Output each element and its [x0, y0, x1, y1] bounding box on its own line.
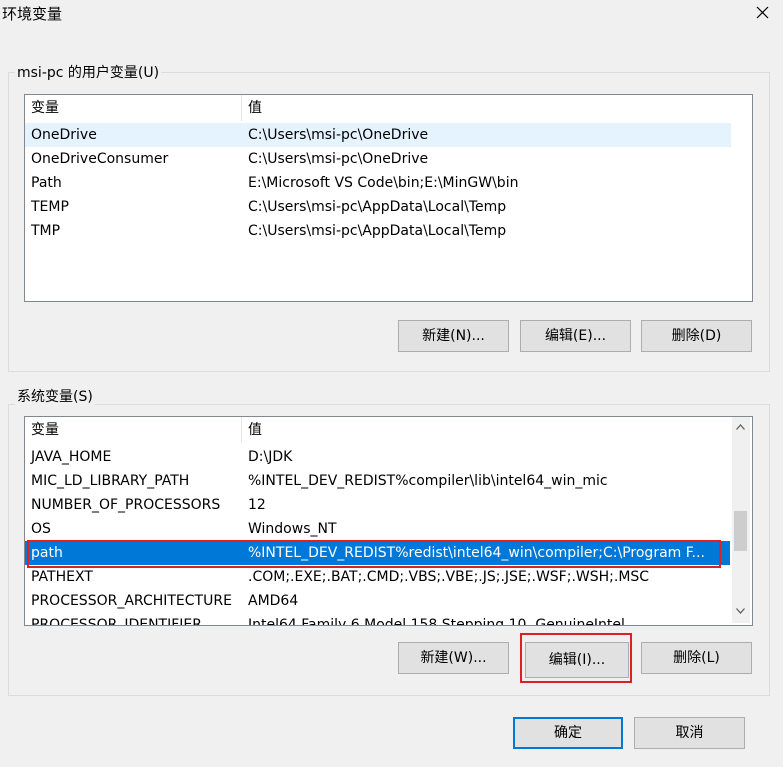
variable-value: C:\Users\msi-pc\OneDrive: [248, 151, 429, 167]
variable-value: Intel64 Family 6 Model 158 Stepping 10, …: [248, 617, 625, 626]
variable-name: NUMBER_OF_PROCESSORS: [31, 497, 221, 513]
close-button[interactable]: [747, 0, 777, 26]
column-header-value[interactable]: 值: [242, 417, 752, 443]
system-delete-button[interactable]: 删除(L): [641, 642, 752, 674]
vertical-scrollbar[interactable]: [732, 417, 750, 623]
scrollbar-thumb[interactable]: [734, 511, 747, 551]
variable-value: Windows_NT: [248, 521, 337, 537]
variable-name: JAVA_HOME: [31, 449, 112, 465]
scroll-up-button[interactable]: [732, 419, 749, 436]
window-title: 环境变量: [2, 5, 63, 23]
table-row[interactable]: JAVA_HOME D:\JDK: [25, 445, 730, 469]
table-row[interactable]: PROCESSOR_IDENTIFIER Intel64 Family 6 Mo…: [25, 613, 730, 626]
user-variables-list[interactable]: 变量 值 OneDrive C:\Users\msi-pc\OneDrive O…: [24, 94, 753, 302]
table-row[interactable]: NUMBER_OF_PROCESSORS 12: [25, 493, 730, 517]
variable-name: TEMP: [31, 199, 69, 215]
table-row[interactable]: MIC_LD_LIBRARY_PATH %INTEL_DEV_REDIST%co…: [25, 469, 730, 493]
variable-value: E:\Microsoft VS Code\bin;E:\MinGW\bin: [248, 175, 519, 191]
variable-name: TMP: [31, 223, 61, 239]
table-row[interactable]: OneDrive C:\Users\msi-pc\OneDrive: [25, 123, 731, 147]
variable-value: .COM;.EXE;.BAT;.CMD;.VBS;.VBE;.JS;.JSE;.…: [248, 569, 650, 585]
column-header-variable[interactable]: 变量: [25, 95, 242, 121]
user-delete-button[interactable]: 删除(D): [641, 320, 752, 352]
table-row[interactable]: TEMP C:\Users\msi-pc\AppData\Local\Temp: [25, 195, 731, 219]
cancel-button[interactable]: 取消: [634, 717, 745, 749]
variable-name: OS: [31, 521, 51, 537]
column-header-value[interactable]: 值: [242, 95, 752, 121]
system-edit-button[interactable]: 编辑(I)...: [525, 642, 629, 678]
table-row[interactable]: Path E:\Microsoft VS Code\bin;E:\MinGW\b…: [25, 171, 731, 195]
variable-value: %INTEL_DEV_REDIST%compiler\lib\intel64_w…: [248, 473, 608, 489]
table-row-selected[interactable]: path %INTEL_DEV_REDIST%redist\intel64_wi…: [25, 541, 730, 565]
system-variables-label: 系统变量(S): [15, 386, 95, 406]
table-row[interactable]: OS Windows_NT: [25, 517, 730, 541]
table-row[interactable]: PATHEXT .COM;.EXE;.BAT;.CMD;.VBS;.VBE;.J…: [25, 565, 730, 589]
table-row[interactable]: PROCESSOR_ARCHITECTURE AMD64: [25, 589, 730, 613]
variable-value: 12: [248, 497, 266, 513]
variable-name: PATHEXT: [31, 569, 93, 585]
system-variables-list[interactable]: 变量 值 JAVA_HOME D:\JDK MIC_LD_LIBRARY_PAT…: [24, 416, 753, 626]
variable-name: OneDrive: [31, 127, 97, 143]
variable-name: MIC_LD_LIBRARY_PATH: [31, 473, 190, 489]
variable-value: C:\Users\msi-pc\AppData\Local\Temp: [248, 223, 507, 239]
user-list-header: 变量 值: [25, 95, 752, 121]
user-variables-label: msi-pc 的用户变量(U): [15, 62, 162, 82]
user-new-button[interactable]: 新建(N)...: [398, 320, 509, 352]
system-new-button[interactable]: 新建(W)...: [398, 642, 509, 674]
table-row[interactable]: TMP C:\Users\msi-pc\AppData\Local\Temp: [25, 219, 731, 243]
variable-name: path: [31, 545, 63, 561]
variable-value: %INTEL_DEV_REDIST%redist\intel64_win\com…: [248, 545, 705, 561]
system-list-header: 变量 值: [25, 417, 752, 443]
variable-value: AMD64: [248, 593, 299, 609]
variable-name: PROCESSOR_ARCHITECTURE: [31, 593, 232, 609]
table-row[interactable]: OneDriveConsumer C:\Users\msi-pc\OneDriv…: [25, 147, 731, 171]
variable-value: C:\Users\msi-pc\AppData\Local\Temp: [248, 199, 507, 215]
user-edit-button[interactable]: 编辑(E)...: [520, 320, 631, 352]
scroll-down-arrow-icon: [736, 608, 745, 614]
ok-button[interactable]: 确定: [513, 717, 623, 749]
close-icon: [756, 6, 769, 19]
column-header-variable[interactable]: 变量: [25, 417, 242, 443]
variable-name: PROCESSOR_IDENTIFIER: [31, 617, 202, 626]
scroll-up-arrow-icon: [736, 424, 745, 430]
variable-name: Path: [31, 175, 62, 191]
title-bar: 环境变量: [0, 0, 783, 26]
variable-name: OneDriveConsumer: [31, 151, 169, 167]
variable-value: D:\JDK: [248, 449, 293, 465]
variable-value: C:\Users\msi-pc\OneDrive: [248, 127, 429, 143]
scroll-down-button[interactable]: [732, 603, 749, 620]
